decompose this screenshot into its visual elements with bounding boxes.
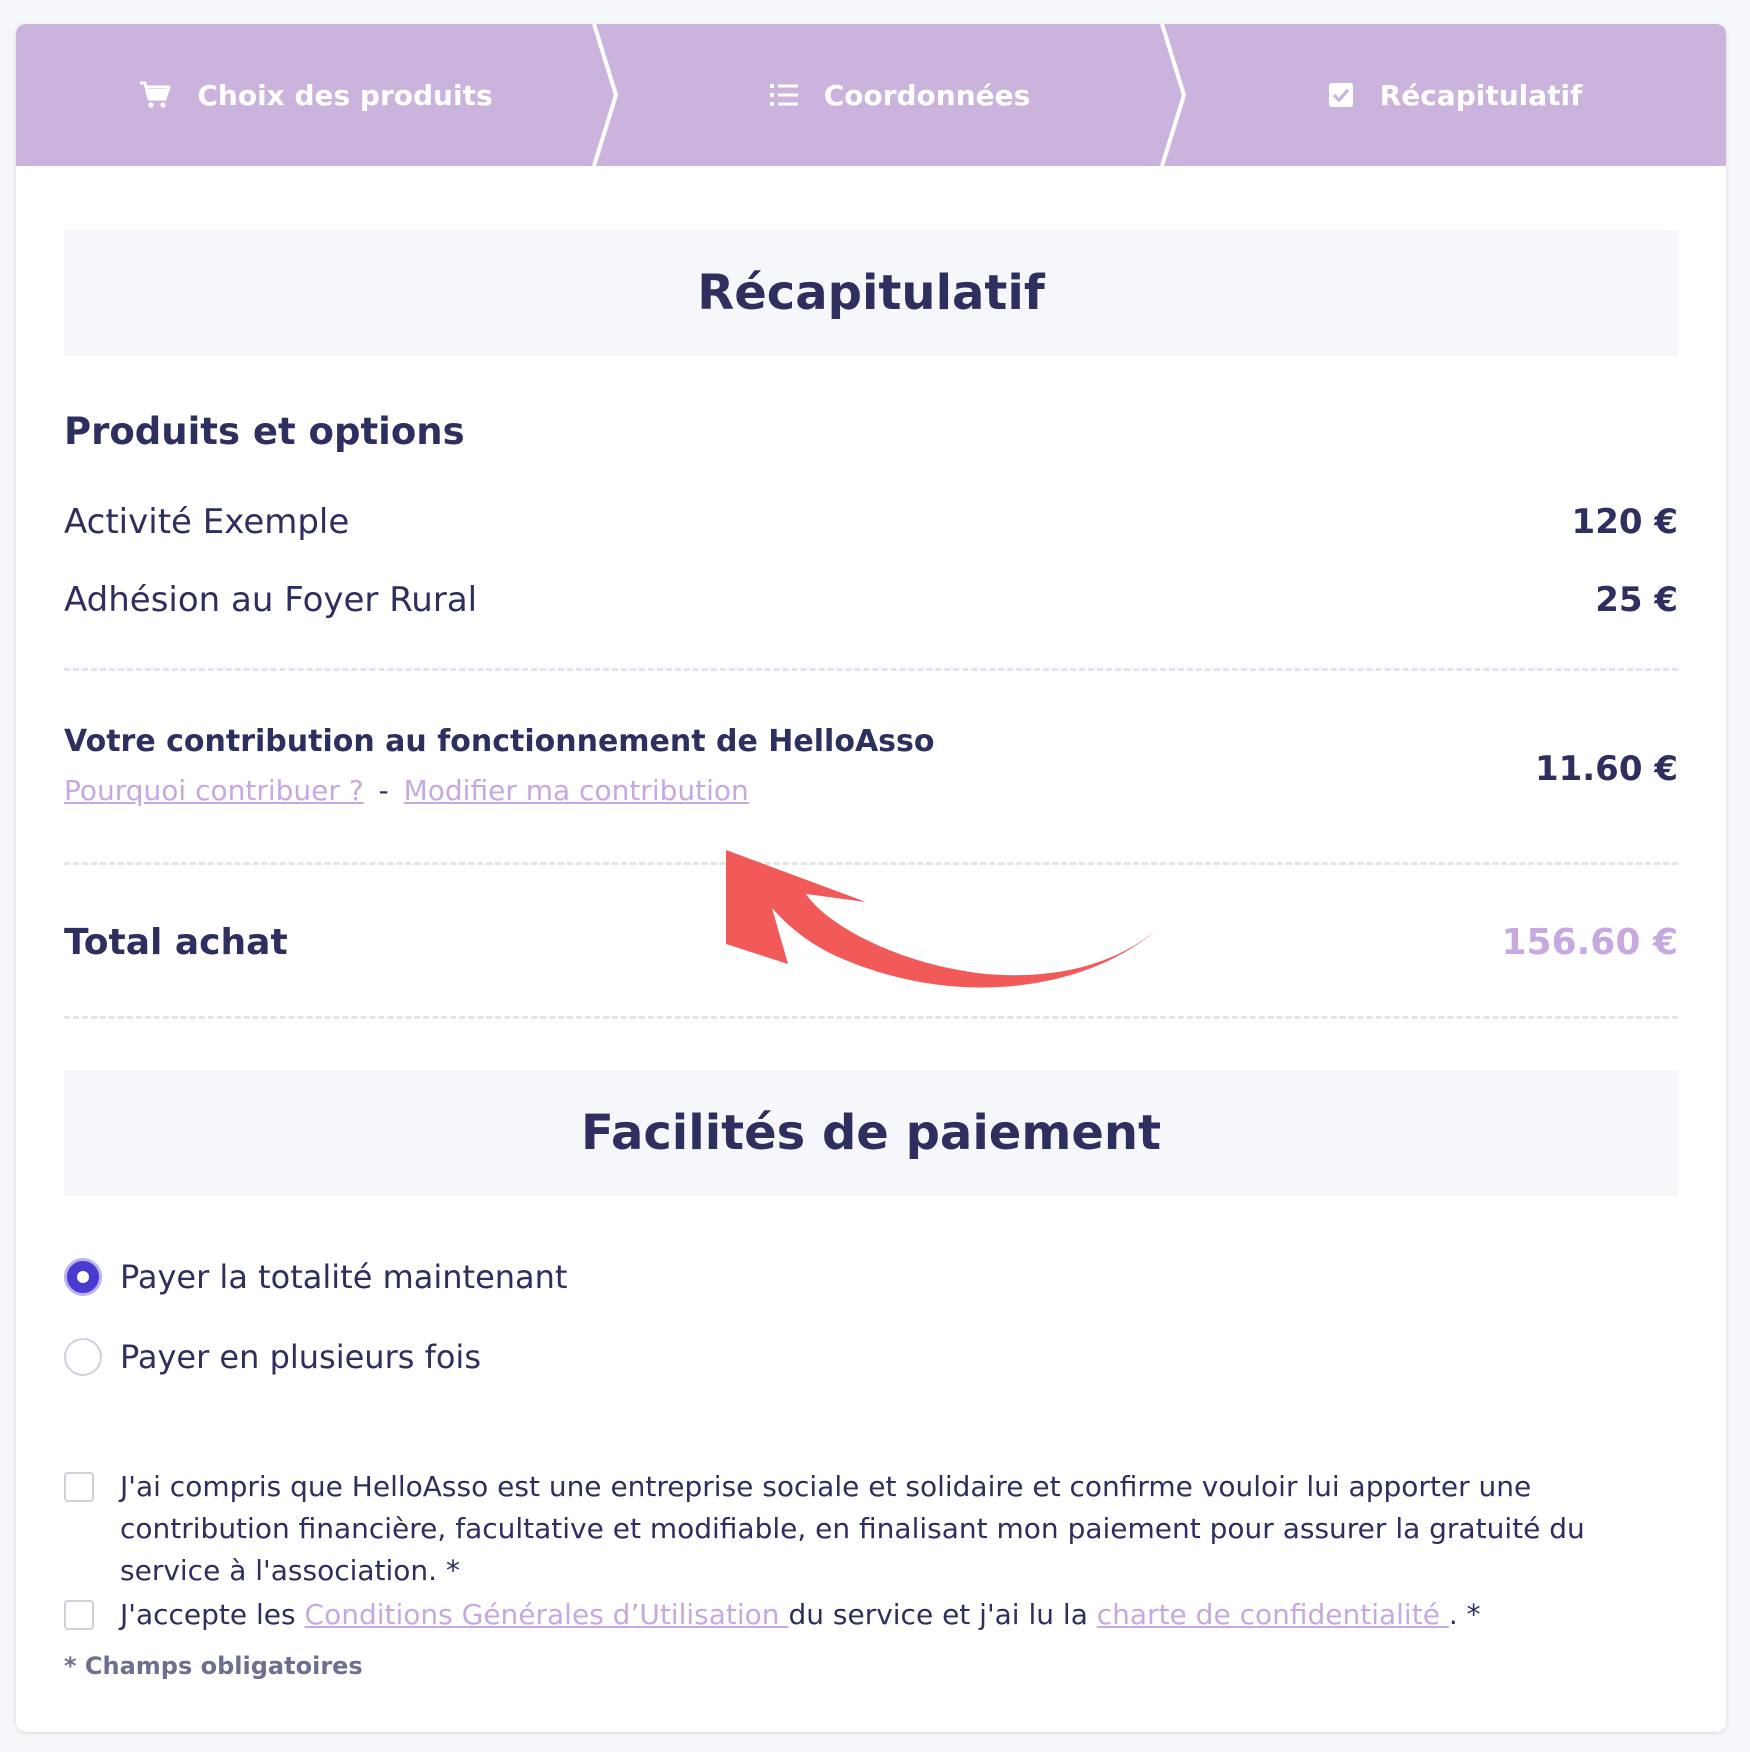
cart-icon <box>139 81 171 109</box>
payment-title: Facilités de paiement <box>580 1105 1162 1161</box>
consent-terms-prefix: J'accepte les <box>120 1598 305 1631</box>
product-row: Activité Exemple 120 € <box>64 494 1678 550</box>
step-details-label: Coordonnées <box>823 78 1031 112</box>
link-separator: - <box>378 774 389 807</box>
annotation-arrow-icon <box>726 850 1156 988</box>
modify-contribution-link[interactable]: Modifier ma contribution <box>404 774 749 807</box>
radio-pay-full[interactable]: Payer la totalité maintenant <box>64 1258 567 1296</box>
contribution-price: 11.60 € <box>1534 749 1678 789</box>
radio-button-selected[interactable] <box>64 1258 102 1296</box>
total-price: 156.60 € <box>1501 922 1678 963</box>
products-heading: Produits et options <box>64 410 465 453</box>
consent-terms-middle: du service et j'ai lu la <box>788 1598 1097 1631</box>
consent-contribution-text: J'ai compris que HelloAsso est une entre… <box>120 1470 1585 1587</box>
contribution-links: Pourquoi contribuer ? - Modifier ma cont… <box>64 774 749 807</box>
payment-banner: Facilités de paiement <box>64 1070 1678 1196</box>
radio-pay-installments[interactable]: Payer en plusieurs fois <box>64 1338 481 1376</box>
why-contribute-link[interactable]: Pourquoi contribuer ? <box>64 774 364 807</box>
product-price: 120 € <box>1571 502 1678 542</box>
recap-title: Récapitulatif <box>697 265 1045 321</box>
checkout-stepper: Choix des produits Coordonnées Récapitul… <box>16 24 1726 166</box>
privacy-policy-link[interactable]: charte de confidentialité <box>1097 1598 1449 1631</box>
product-row: Adhésion au Foyer Rural 25 € <box>64 572 1678 628</box>
consent-terms-text: J'accepte les Conditions Générales d’Uti… <box>120 1594 1678 1636</box>
consent-terms-suffix: . * <box>1448 1598 1481 1631</box>
radio-label: Payer la totalité maintenant <box>120 1258 568 1296</box>
consent-terms-checkbox[interactable] <box>64 1600 94 1630</box>
consent-terms[interactable]: J'accepte les Conditions Générales d’Uti… <box>64 1594 1678 1636</box>
consent-contribution-checkbox[interactable] <box>64 1472 94 1502</box>
divider <box>64 668 1678 671</box>
step-summary[interactable]: Récapitulatif <box>1184 24 1726 166</box>
step-details[interactable]: Coordonnées <box>616 24 1184 166</box>
product-name: Adhésion au Foyer Rural <box>64 580 478 620</box>
cgu-link[interactable]: Conditions Générales d’Utilisation <box>305 1598 789 1631</box>
required-fields-note: * Champs obligatoires <box>64 1652 363 1680</box>
step-products-label: Choix des produits <box>197 78 493 112</box>
list-icon <box>769 83 798 107</box>
total-label: Total achat <box>64 922 288 963</box>
product-name: Activité Exemple <box>64 502 350 542</box>
product-price: 25 € <box>1595 580 1678 620</box>
contribution-title: Votre contribution au fonctionnement de … <box>64 724 935 759</box>
recap-banner: Récapitulatif <box>64 230 1678 356</box>
checkout-card: Choix des produits Coordonnées Récapitul… <box>16 24 1726 1732</box>
checked-box-icon <box>1328 82 1354 108</box>
radio-button[interactable] <box>64 1338 102 1376</box>
consent-contribution[interactable]: J'ai compris que HelloAsso est une entre… <box>64 1466 1678 1592</box>
step-summary-label: Récapitulatif <box>1379 78 1583 112</box>
radio-label: Payer en plusieurs fois <box>120 1338 481 1376</box>
step-products[interactable]: Choix des produits <box>16 24 616 166</box>
